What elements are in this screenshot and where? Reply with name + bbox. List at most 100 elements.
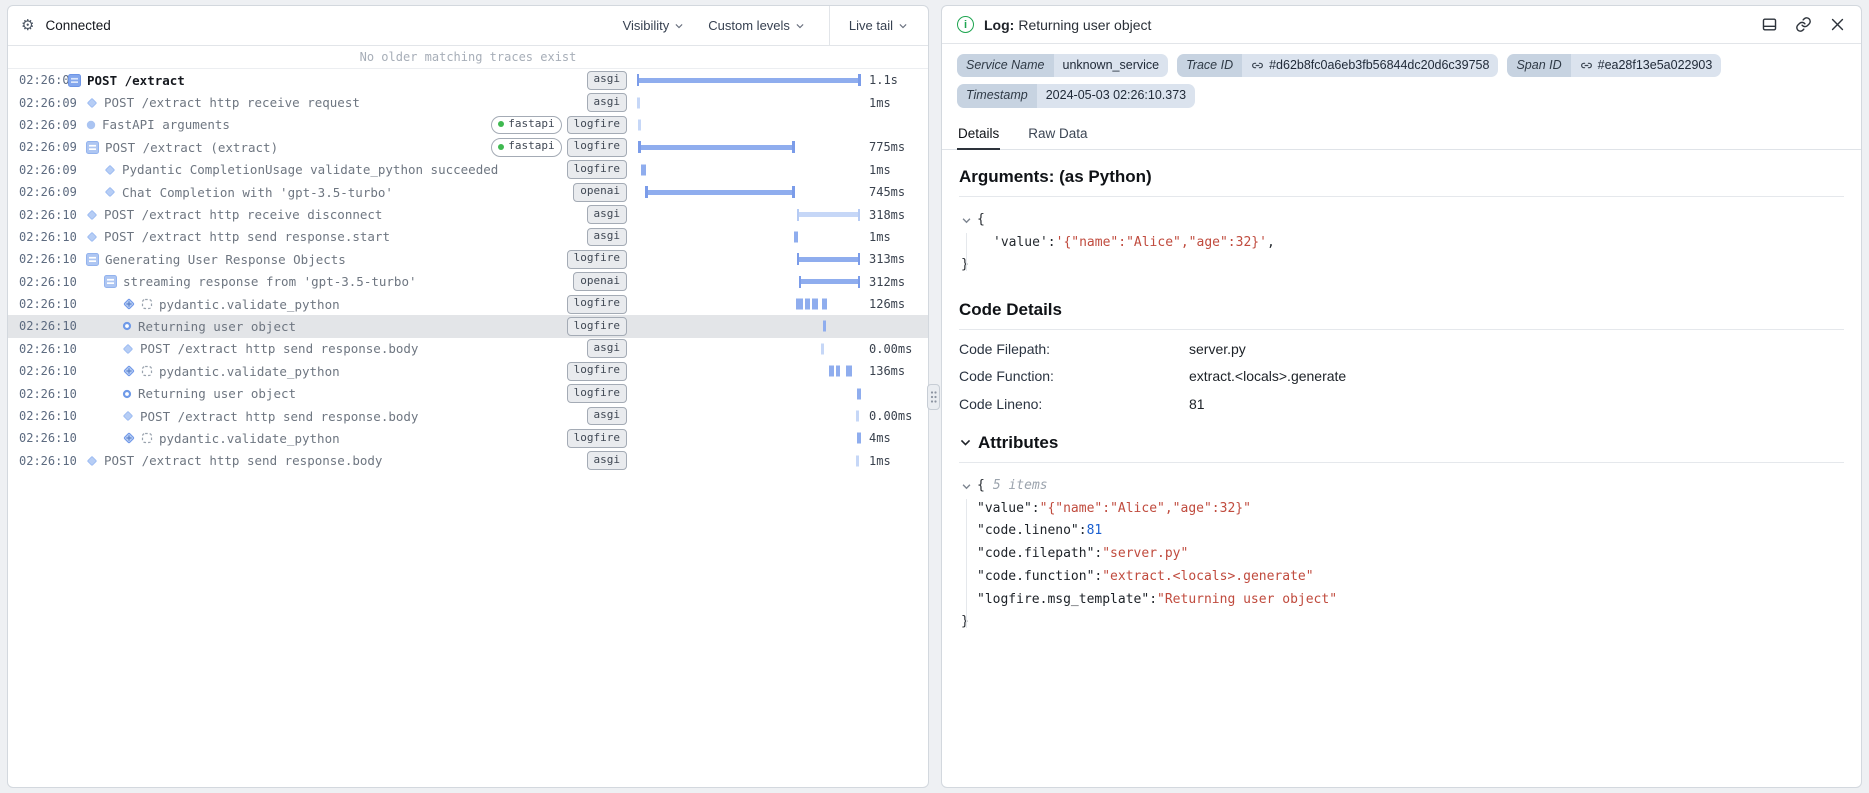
code-detail-value: extract.<locals>.generate — [1189, 363, 1346, 390]
span-id-badge[interactable]: Span ID #ea28f13e5a022903 — [1507, 54, 1721, 77]
diamond-icon — [104, 164, 116, 176]
tag-asgi: asgi — [587, 228, 628, 247]
chevron-down-icon — [959, 436, 972, 449]
detail-kind-label: Log: — [984, 17, 1014, 33]
tag-logfire: logfire — [567, 384, 627, 403]
open-brace: { — [977, 209, 985, 232]
panel-resize-handle[interactable] — [927, 384, 940, 410]
green-dot-icon — [498, 144, 504, 150]
code-details-heading: Code Details — [959, 300, 1844, 320]
trace-row[interactable]: 02:26:09Pydantic CompletionUsage validat… — [8, 159, 928, 181]
tag-openai: openai — [573, 183, 627, 202]
trace-timestamp: 02:26:10 — [8, 342, 68, 356]
divider — [959, 329, 1844, 330]
trace-row[interactable]: 02:26:10Returning user objectlogfire — [8, 315, 928, 337]
span-name: streaming response from 'gpt-3.5-turbo' — [123, 274, 417, 289]
link-icon — [1251, 59, 1264, 72]
span-duration: 1ms — [862, 230, 928, 244]
trace-timestamp: 02:26:09 — [8, 96, 68, 110]
trace-row[interactable]: 02:26:10POST /extract http receive disco… — [8, 203, 928, 225]
trace-row[interactable]: 02:26:09FastAPI argumentsfastapilogfire — [8, 114, 928, 136]
span-timeline — [636, 382, 862, 404]
trace-row[interactable]: 02:26:09Chat Completion with 'gpt-3.5-tu… — [8, 181, 928, 203]
trace-row[interactable]: 02:26:10 streaming response from 'gpt-3.5… — [8, 271, 928, 293]
visibility-dropdown[interactable]: Visibility — [623, 18, 685, 33]
tag-logfire: logfire — [567, 116, 627, 135]
json-value: 81 — [1087, 520, 1103, 543]
trace-row[interactable]: 02:26:10pydantic.validate_pythonlogfire1… — [8, 360, 928, 382]
span-name: POST /extract http receive disconnect — [104, 207, 382, 222]
tab-raw-data[interactable]: Raw Data — [1027, 121, 1088, 149]
trace-row[interactable]: 02:26:09POST /extract (extract)fastapilo… — [8, 136, 928, 158]
code-details-list: Code Filepath:server.pyCode Function:ext… — [959, 336, 1844, 418]
json-value: "Returning user object" — [1157, 589, 1337, 612]
trace-row[interactable]: 02:26:10POST /extract http send response… — [8, 450, 928, 472]
collapse-chevron-icon[interactable] — [961, 481, 972, 492]
badge-label: Trace ID — [1177, 54, 1242, 77]
span-name: POST /extract (extract) — [105, 140, 278, 155]
diamond-plus-icon — [122, 364, 136, 378]
span-timeline — [636, 450, 862, 472]
attributes-heading[interactable]: Attributes — [959, 433, 1844, 453]
span-duration-bar — [836, 366, 840, 377]
span-timeline — [636, 203, 862, 225]
trace-panel: ⚙ Connected Visibility Custom levels Liv… — [7, 5, 929, 788]
tag-fastapi: fastapi — [491, 116, 561, 135]
close-brace: } — [961, 611, 969, 634]
span-duration-bar — [856, 411, 860, 422]
span-name: FastAPI arguments — [102, 117, 230, 132]
trace-row[interactable]: 02:26:10POST /extract http send response… — [8, 226, 928, 248]
open-brace: { — [977, 475, 985, 498]
span-timeline — [636, 159, 862, 181]
code-detail-row: Code Lineno:81 — [959, 391, 1844, 418]
badge-label: Span ID — [1507, 54, 1570, 77]
close-icon[interactable] — [1829, 16, 1846, 33]
trace-row[interactable]: 02:26:09POST /extract http receive reque… — [8, 91, 928, 113]
attribute-entry: "logfire.msg_template": "Returning user … — [961, 589, 1844, 612]
custom-levels-dropdown[interactable]: Custom levels — [708, 18, 805, 33]
trace-row[interactable]: 02:26:10 POST /extract http send response… — [8, 338, 928, 360]
span-timeline — [636, 136, 862, 158]
trace-id-badge[interactable]: Trace ID #d62b8fc0a6eb3fb56844dc20d6c397… — [1177, 54, 1498, 77]
code-detail-row: Code Function:extract.<locals>.generate — [959, 363, 1844, 390]
span-duration: 4ms — [862, 431, 928, 445]
tag-logfire: logfire — [567, 317, 627, 336]
green-dot-icon — [498, 121, 504, 127]
trace-row[interactable]: 02:26:10Returning user objectlogfire — [8, 382, 928, 404]
ring-icon — [122, 389, 132, 399]
trace-row[interactable]: 02:26:09POST /extractasgi1.1s — [8, 69, 928, 91]
detail-title: Log:Returning user object — [984, 17, 1151, 33]
attributes-heading-text: Attributes — [978, 433, 1058, 453]
divider — [959, 462, 1844, 463]
span-name: POST /extract http send response.start — [104, 229, 390, 244]
span-duration-bar — [645, 186, 794, 198]
indent-guide — [966, 233, 967, 271]
span-timeline — [636, 114, 862, 136]
attribute-entry: "value": "{"name":"Alice","age":32}" — [961, 498, 1844, 521]
code-detail-value: 81 — [1189, 391, 1205, 418]
gear-icon[interactable]: ⚙ — [21, 18, 34, 33]
trace-row[interactable]: 02:26:10pydantic.validate_pythonlogfire1… — [8, 293, 928, 315]
trace-timestamp: 02:26:10 — [8, 364, 68, 378]
dock-panel-icon[interactable] — [1761, 16, 1778, 33]
span-timeline — [636, 181, 862, 203]
arguments-python-block: { 'value': '{"name":"Alice","age":32}', … — [959, 203, 1844, 285]
tag-asgi: asgi — [587, 71, 628, 90]
tab-details[interactable]: Details — [957, 121, 1000, 150]
trace-row[interactable]: 02:26:10pydantic.validate_pythonlogfire4… — [8, 427, 928, 449]
copy-link-icon[interactable] — [1795, 16, 1812, 33]
span-timeline — [636, 248, 862, 270]
detail-header: i Log:Returning user object — [942, 6, 1861, 44]
trace-row[interactable]: 02:26:10POST /extract http send response… — [8, 405, 928, 427]
tag-asgi: asgi — [587, 205, 628, 224]
json-key: "value" — [977, 498, 1032, 521]
collapse-chevron-icon[interactable] — [961, 215, 972, 226]
live-tail-dropdown[interactable]: Live tail — [849, 18, 908, 33]
span-duration: 1ms — [862, 96, 928, 110]
diamond-icon — [86, 455, 98, 467]
trace-timestamp: 02:26:10 — [8, 275, 68, 289]
span-name: POST /extract http send response.body — [140, 341, 418, 356]
trace-row[interactable]: 02:26:10Generating User Response Objects… — [8, 248, 928, 270]
span-icon — [86, 253, 99, 266]
trace-timestamp: 02:26:10 — [8, 431, 68, 445]
